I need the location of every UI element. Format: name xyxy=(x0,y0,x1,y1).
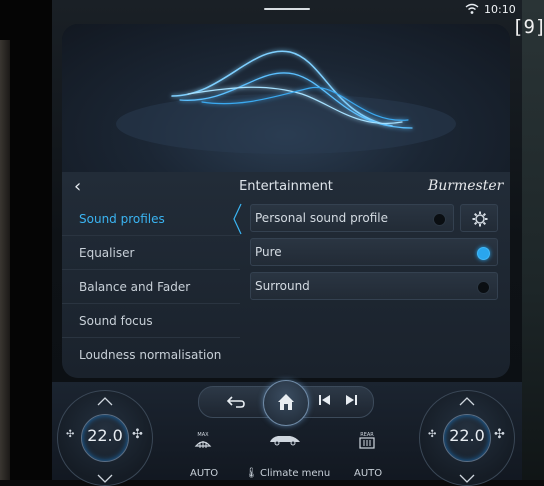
left-auto-label[interactable]: AUTO xyxy=(190,468,218,479)
selection-caret-icon xyxy=(233,203,242,235)
radio-button-selected[interactable] xyxy=(477,247,490,260)
option-personal-sound-profile[interactable]: Personal sound profile xyxy=(250,204,454,232)
option-label: Pure xyxy=(255,245,282,259)
sidebar-item-sound-profiles[interactable]: Sound profiles xyxy=(62,202,240,236)
right-temperature-control[interactable]: ✣ 22.0 ✣ xyxy=(419,390,515,486)
settings-button[interactable] xyxy=(460,204,498,232)
car-recirculation-icon[interactable] xyxy=(268,432,302,446)
menu-header: ‹ Entertainment Burmester xyxy=(62,172,510,202)
wifi-icon xyxy=(465,3,479,14)
max-defrost-icon[interactable]: MAX xyxy=(194,430,212,450)
fan-high-icon[interactable]: ✣ xyxy=(132,427,143,442)
fan-high-icon[interactable]: ✣ xyxy=(494,427,505,442)
back-arrow-icon[interactable] xyxy=(224,392,246,410)
climate-menu-button[interactable]: Climate menu xyxy=(260,468,330,479)
sidebar: Sound profiles Equaliser Balance and Fad… xyxy=(62,202,240,372)
gear-icon xyxy=(472,211,488,227)
rear-defrost-icon[interactable]: REAR xyxy=(358,430,376,450)
sidebar-item-loudness[interactable]: Loudness normalisation xyxy=(62,338,240,372)
option-surround[interactable]: Surround xyxy=(250,272,498,300)
temp-down-chevron-icon[interactable] xyxy=(458,473,476,485)
clock: 10:10 xyxy=(484,3,516,16)
option-label: Personal sound profile xyxy=(255,211,388,225)
home-button[interactable] xyxy=(263,380,309,426)
entertainment-panel: ‹ Entertainment Burmester Sound profiles… xyxy=(62,24,510,378)
temp-up-chevron-icon[interactable] xyxy=(458,395,476,407)
thermometer-icon: 🌡 xyxy=(245,468,258,479)
option-label: Surround xyxy=(255,279,310,293)
temp-up-chevron-icon[interactable] xyxy=(96,395,114,407)
option-pure[interactable]: Pure xyxy=(250,238,498,266)
left-temperature-control[interactable]: ✣ 22.0 ✣ xyxy=(57,390,153,486)
radio-button[interactable] xyxy=(433,213,446,226)
max-label: MAX xyxy=(197,432,209,438)
rear-label: REAR xyxy=(360,432,374,438)
sidebar-item-equaliser[interactable]: Equaliser xyxy=(62,236,240,270)
left-bezel xyxy=(0,0,52,480)
climate-bar: ✣ 22.0 ✣ ✣ 22.0 ✣ MAX REAR AUTO 🌡 Climat… xyxy=(52,380,522,486)
right-auto-label[interactable]: AUTO xyxy=(354,468,382,479)
radio-button[interactable] xyxy=(477,281,490,294)
brand-logo: Burmester xyxy=(428,178,504,194)
background-edge xyxy=(0,40,10,480)
sound-visual xyxy=(62,24,510,172)
page-badge: [9] xyxy=(512,16,544,38)
sound-wave-graphic xyxy=(116,50,456,154)
next-track-icon[interactable] xyxy=(344,393,358,407)
previous-track-icon[interactable] xyxy=(318,393,332,407)
status-bar: 10:10 xyxy=(52,0,522,22)
sound-menu: ‹ Entertainment Burmester Sound profiles… xyxy=(62,172,510,378)
temp-down-chevron-icon[interactable] xyxy=(96,473,114,485)
sidebar-item-balance-fader[interactable]: Balance and Fader xyxy=(62,270,240,304)
sidebar-item-sound-focus[interactable]: Sound focus xyxy=(62,304,240,338)
home-icon xyxy=(278,394,294,410)
pull-down-handle[interactable] xyxy=(264,8,310,10)
